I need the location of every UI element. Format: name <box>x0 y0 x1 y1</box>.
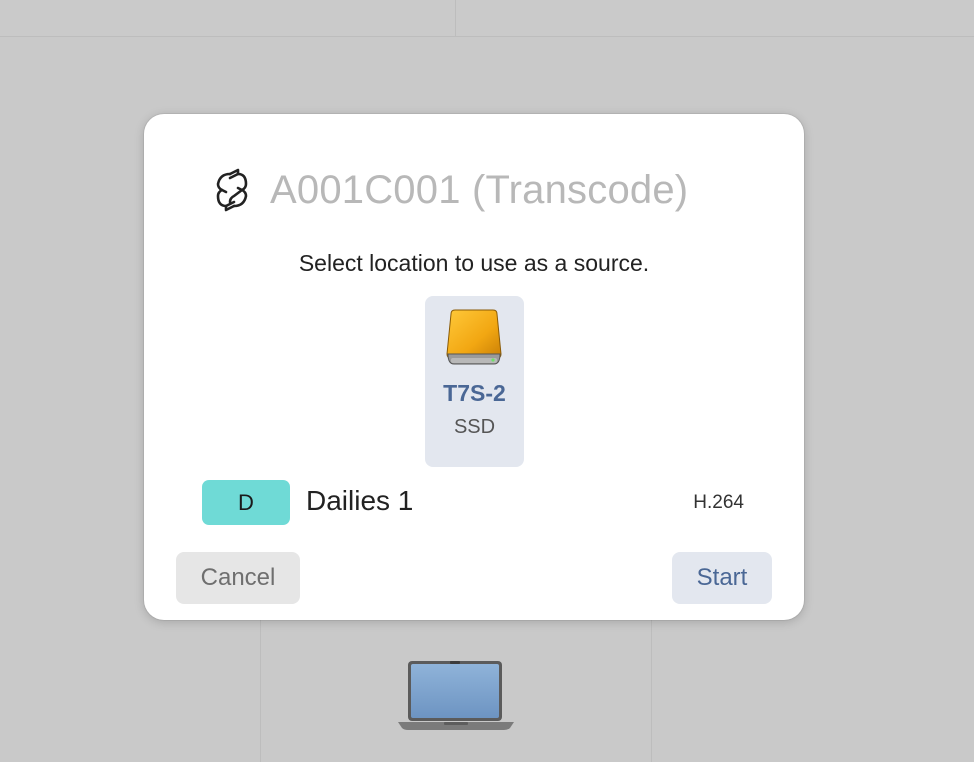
transcode-dialog: A001C001 (Transcode) Select location to … <box>144 114 804 620</box>
external-drive-icon <box>446 309 502 365</box>
source-drive-tile[interactable]: T7S-2 SSD <box>425 296 524 467</box>
preset-codec: H.264 <box>693 492 744 513</box>
toolbar-divider <box>455 0 456 36</box>
drive-type: SSD <box>453 416 496 438</box>
drive-name: T7S-2 <box>443 380 506 406</box>
dialog-title-row: A001C001 (Transcode) <box>208 164 688 216</box>
dialog-title: A001C001 (Transcode) <box>270 167 689 212</box>
preset-badge: D <box>202 480 290 525</box>
transcode-arrows-icon <box>216 168 248 212</box>
background-toolbar <box>0 0 974 37</box>
preset-name: Dailies 1 <box>306 485 414 516</box>
cancel-button[interactable]: Cancel <box>176 552 300 604</box>
source-prompt: Select location to use as a source. <box>298 250 650 276</box>
laptop-icon <box>398 661 514 730</box>
start-button[interactable]: Start <box>672 552 772 604</box>
